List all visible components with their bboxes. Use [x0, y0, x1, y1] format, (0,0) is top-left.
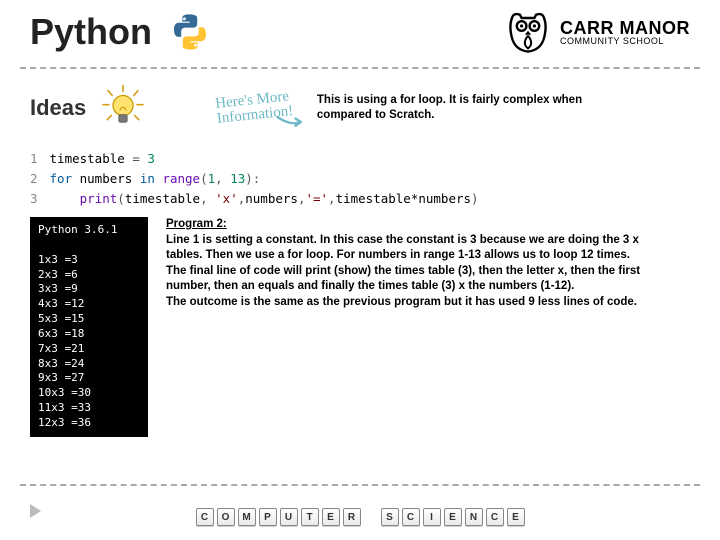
- key-cap: P: [259, 508, 277, 526]
- arrow-icon: [276, 111, 310, 132]
- code-gutter: 1 2 3: [30, 149, 38, 209]
- more-info-callout: Here's More Information!: [215, 89, 294, 127]
- code-block: 1 2 3 timestable = 3 for numbers in rang…: [30, 149, 690, 209]
- code-lines: timestable = 3 for numbers in range(1, 1…: [50, 149, 479, 209]
- key-cap: C: [486, 508, 504, 526]
- school-logo: CARR MANOR COMMUNITY SCHOOL: [504, 10, 690, 54]
- ideas-heading: Ideas: [30, 95, 86, 121]
- key-cap: I: [423, 508, 441, 526]
- desc-p1: Line 1 is setting a constant. In this ca…: [166, 233, 646, 264]
- school-subtitle: COMMUNITY SCHOOL: [560, 37, 690, 46]
- page-title: Python: [30, 11, 152, 53]
- key-cap: N: [465, 508, 483, 526]
- terminal-output: Python 3.6.1 1x3 =3 2x3 =6 3x3 =9 4x3 =1…: [30, 217, 148, 437]
- description: Program 2: Line 1 is setting a constant.…: [166, 217, 646, 437]
- school-name: CARR MANOR: [560, 19, 690, 37]
- owl-icon: [504, 10, 552, 54]
- divider-bottom: [20, 484, 700, 486]
- desc-p3: The outcome is the same as the previous …: [166, 295, 646, 311]
- key-cap: E: [322, 508, 340, 526]
- key-cap: E: [507, 508, 525, 526]
- lightbulb-icon: [98, 83, 148, 133]
- key-cap: E: [444, 508, 462, 526]
- footer-keys: COMPUTERSCIENCE: [196, 508, 525, 526]
- key-cap: M: [238, 508, 256, 526]
- key-cap: R: [343, 508, 361, 526]
- next-arrow-icon: [30, 504, 41, 518]
- key-cap: O: [217, 508, 235, 526]
- key-cap: T: [301, 508, 319, 526]
- desc-p2: The final line of code will print (show)…: [166, 264, 646, 295]
- key-cap: C: [196, 508, 214, 526]
- key-cap: U: [280, 508, 298, 526]
- divider-top: [20, 67, 700, 69]
- key-cap: C: [402, 508, 420, 526]
- key-cap: S: [381, 508, 399, 526]
- program-heading: Program 2:: [166, 218, 227, 230]
- note-text: This is using a for loop. It is fairly c…: [317, 93, 597, 123]
- python-logo-icon: [170, 12, 210, 52]
